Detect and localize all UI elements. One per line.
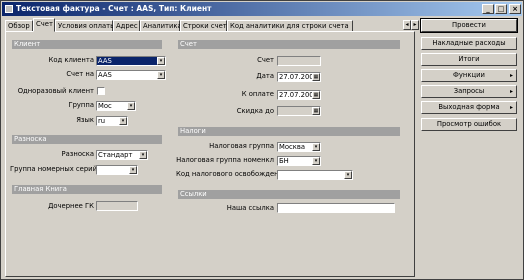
- calendar-icon[interactable]: ▦: [312, 107, 320, 115]
- item-tax-group-label: Налоговая группа номенкл: [176, 156, 274, 164]
- onetime-client-label: Одноразовый клиент: [17, 87, 94, 95]
- output-form-button[interactable]: Выходная форма ▸: [421, 101, 517, 114]
- number-sequence-group-label: Группа номерных серий: [10, 165, 97, 173]
- account-tab-panel: Клиент Код клиента AAS ▾ Счет на AAS ▾ О…: [5, 31, 415, 277]
- cash-discount-date-field[interactable]: ▦: [277, 106, 321, 116]
- posting-profile-label: Разноска: [61, 150, 95, 158]
- invoice-number-label: Счет: [257, 56, 274, 64]
- triangle-right-icon: ▸: [509, 88, 513, 95]
- item-tax-group-value: БН: [279, 157, 289, 165]
- tax-exempt-code-label: Код налогового освобождения: [176, 170, 288, 178]
- invoice-account-label: Счет на: [66, 70, 94, 78]
- language-field[interactable]: ru ▾: [96, 116, 128, 126]
- functions-button[interactable]: Функции ▸: [421, 69, 517, 82]
- cash-discount-date-label: Скидка до: [236, 107, 274, 115]
- item-tax-group-field[interactable]: БН ▾: [277, 156, 321, 166]
- error-view-button[interactable]: Просмотр ошибок: [421, 118, 517, 131]
- due-date-field[interactable]: 27.07.2000 ▦: [277, 90, 321, 100]
- client-group-value: Мос: [98, 102, 112, 110]
- subledger-label: Дочернее ГК: [48, 202, 94, 210]
- chevron-down-icon[interactable]: ▾: [312, 143, 320, 151]
- client-section-header: Клиент: [12, 40, 162, 49]
- chevron-down-icon[interactable]: ▾: [312, 157, 320, 165]
- tax-group-label: Налоговая группа: [209, 142, 274, 150]
- chevron-down-icon[interactable]: ▾: [139, 151, 147, 159]
- chevron-down-icon[interactable]: ▾: [119, 117, 127, 125]
- tax-exempt-code-field[interactable]: ▾: [277, 170, 353, 180]
- subledger-field[interactable]: [96, 201, 138, 211]
- chevron-down-icon[interactable]: ▾: [129, 166, 137, 174]
- inquiries-button-label: Запросы: [453, 87, 485, 95]
- invoice-section-header: Счет: [178, 40, 400, 49]
- our-reference-label: Наша ссылка: [226, 204, 274, 212]
- chevron-down-icon[interactable]: ▾: [344, 171, 352, 179]
- invoice-number-field[interactable]: [277, 56, 321, 66]
- client-code-value: AAS: [98, 57, 112, 65]
- title-bar: Текстовая фактура - Счет : AAS, Тип: Кли…: [2, 2, 522, 16]
- invoice-account-value: AAS: [98, 71, 112, 79]
- number-sequence-group-field[interactable]: ▾: [96, 165, 138, 175]
- client-code-label: Код клиента: [48, 56, 94, 64]
- inquiries-button[interactable]: Запросы ▸: [421, 85, 517, 98]
- language-value: ru: [98, 117, 106, 125]
- references-section-header: Ссылки: [178, 190, 400, 199]
- post-button[interactable]: Провести: [420, 18, 518, 33]
- invoice-date-field[interactable]: 27.07.2000 ▦: [277, 72, 321, 82]
- chevron-down-icon[interactable]: ▾: [127, 102, 135, 110]
- ledger-section-header: Главная Книга: [12, 185, 162, 194]
- chevron-down-icon[interactable]: ▾: [157, 71, 165, 79]
- calendar-icon[interactable]: ▦: [312, 91, 320, 99]
- chevron-down-icon[interactable]: ▾: [157, 57, 165, 65]
- posting-profile-value: Стандарт: [98, 151, 133, 159]
- taxes-section-header: Налоги: [178, 127, 400, 136]
- tax-group-value: Москва: [279, 143, 306, 151]
- invoice-window: Текстовая фактура - Счет : AAS, Тип: Кли…: [0, 0, 524, 280]
- triangle-right-icon: ▸: [509, 104, 513, 111]
- triangle-right-icon: ▸: [509, 72, 513, 79]
- totals-button[interactable]: Итоги: [421, 53, 517, 66]
- invoice-account-field[interactable]: AAS ▾: [96, 70, 166, 80]
- tab-scroll-right-icon[interactable]: ▸: [411, 20, 419, 30]
- functions-button-label: Функции: [453, 71, 485, 79]
- onetime-client-checkbox[interactable]: [97, 87, 105, 95]
- due-date-label: К оплате: [241, 90, 274, 98]
- client-code-field[interactable]: AAS ▾: [96, 56, 166, 66]
- tab-account[interactable]: Счет: [33, 18, 55, 32]
- minimize-button[interactable]: _: [482, 4, 494, 14]
- tab-scroll-left-icon[interactable]: ◂: [403, 20, 411, 30]
- client-group-label: Группа: [68, 101, 94, 109]
- tax-group-field[interactable]: Москва ▾: [277, 142, 321, 152]
- output-form-button-label: Выходная форма: [438, 103, 500, 111]
- invoice-date-label: Дата: [256, 72, 274, 80]
- invoice-charges-button[interactable]: Накладные расходы: [421, 37, 517, 50]
- posting-section-header: Разноска: [12, 135, 162, 144]
- language-label: Язык: [76, 116, 94, 124]
- our-reference-field[interactable]: [277, 203, 395, 213]
- window-title: Текстовая фактура - Счет : AAS, Тип: Кли…: [16, 4, 212, 13]
- app-icon: [5, 5, 13, 13]
- calendar-icon[interactable]: ▦: [312, 73, 320, 81]
- client-group-field[interactable]: Мос ▾: [96, 101, 136, 111]
- close-button[interactable]: ×: [509, 4, 521, 14]
- posting-profile-field[interactable]: Стандарт ▾: [96, 150, 148, 160]
- maximize-button[interactable]: □: [495, 4, 507, 14]
